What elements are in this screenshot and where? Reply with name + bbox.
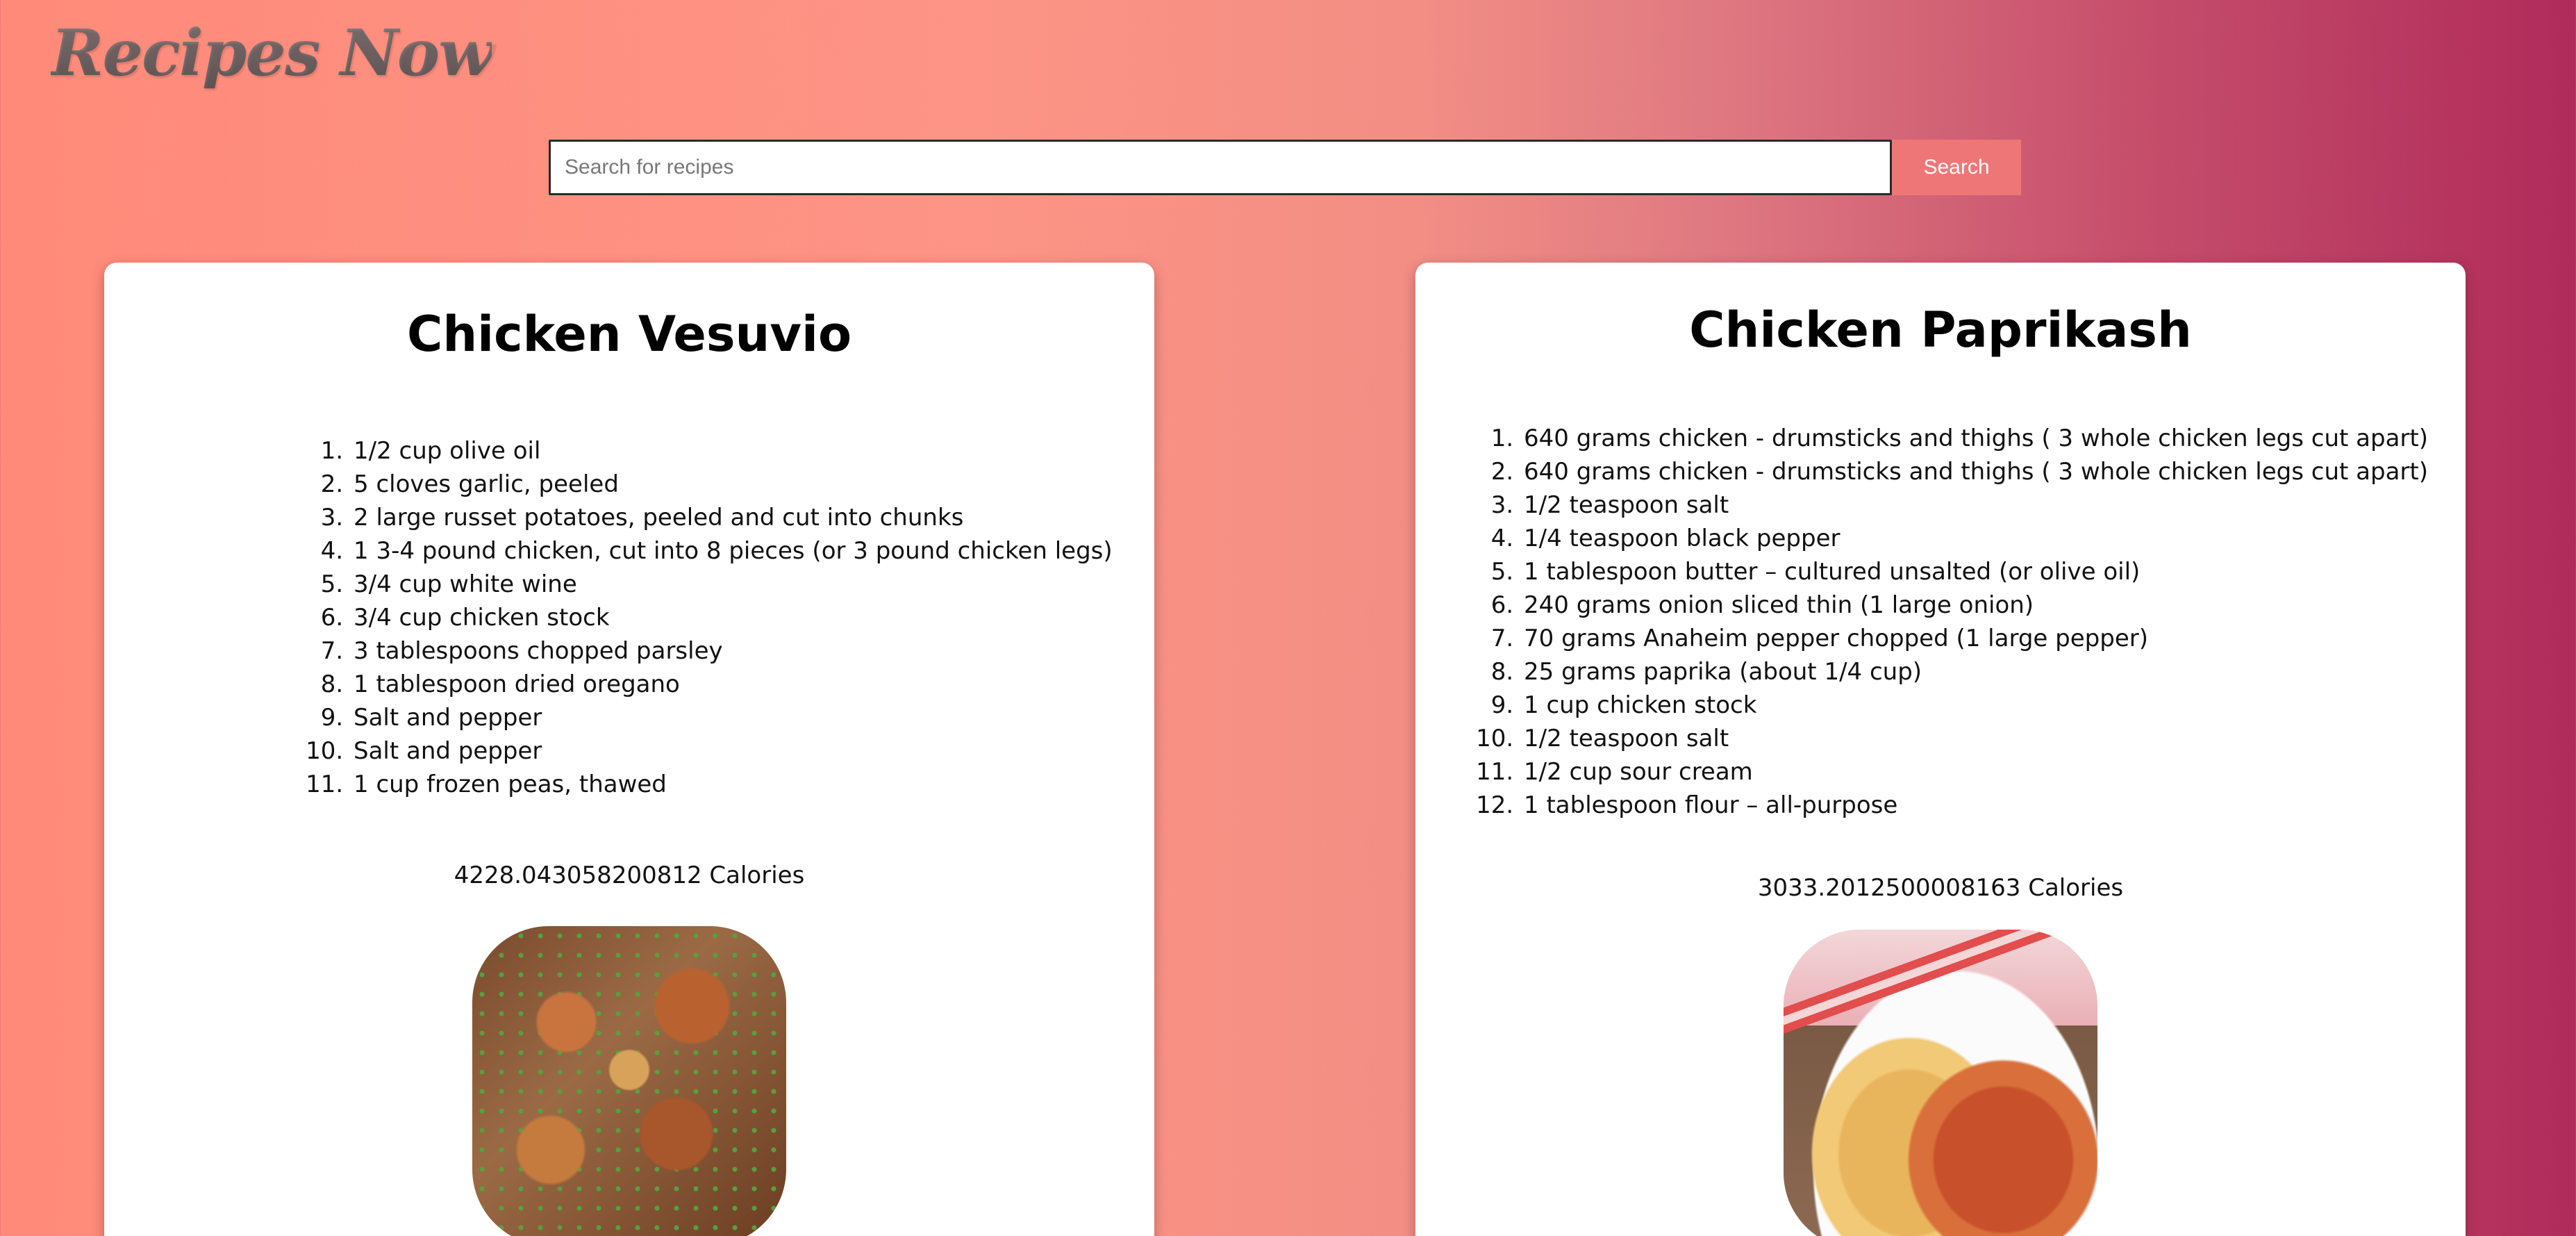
ingredient-item: 1/4 teaspoon black pepper: [1521, 522, 2428, 555]
ingredient-item: 3/4 cup white wine: [351, 568, 1113, 601]
ingredient-item: 1 tablespoon flour – all-purpose: [1521, 789, 2428, 822]
ingredient-item: 70 grams Anaheim pepper chopped (1 large…: [1521, 622, 2428, 655]
ingredient-item: 5 cloves garlic, peeled: [351, 468, 1113, 501]
ingredient-item: 25 grams paprika (about 1/4 cup): [1521, 655, 2428, 689]
ingredient-item: 1 cup frozen peas, thawed: [351, 768, 1113, 801]
ingredient-item: Salt and pepper: [351, 701, 1113, 734]
ingredient-item: 1/2 teaspoon salt: [1521, 488, 2428, 522]
recipe-title: Chicken Paprikash: [1689, 302, 2192, 359]
ingredient-item: 3/4 cup chicken stock: [351, 601, 1113, 634]
ingredient-item: 1/2 cup sour cream: [1521, 755, 2428, 789]
search-bar: Search: [549, 140, 2021, 195]
ingredients-list: 1/2 cup olive oil 5 cloves garlic, peele…: [309, 434, 1113, 801]
ingredient-item: Salt and pepper: [351, 734, 1113, 768]
calories-label: 3033.2012500008163 Calories: [1757, 874, 2124, 902]
recipe-card: Chicken Paprikash 640 grams chicken - dr…: [1415, 263, 2466, 1236]
ingredient-item: 240 grams onion sliced thin (1 large oni…: [1521, 588, 2428, 622]
recipe-title: Chicken Vesuvio: [406, 306, 852, 363]
calories-label: 4228.043058200812 Calories: [454, 862, 805, 889]
search-button[interactable]: Search: [1892, 140, 2021, 195]
ingredient-item: 1 tablespoon butter – cultured unsalted …: [1521, 555, 2428, 588]
recipe-photo: [472, 926, 786, 1236]
ingredient-item: 3 tablespoons chopped parsley: [351, 634, 1113, 668]
ingredient-item: 640 grams chicken - drumsticks and thigh…: [1521, 422, 2428, 455]
ingredient-item: 2 large russet potatoes, peeled and cut …: [351, 501, 1113, 534]
app-logo: Recipes Now: [51, 15, 493, 90]
ingredients-list: 640 grams chicken - drumsticks and thigh…: [1479, 422, 2428, 822]
ingredient-item: 1/2 cup olive oil: [351, 434, 1113, 468]
ingredient-item: 1 cup chicken stock: [1521, 689, 2428, 722]
ingredient-item: 1 tablespoon dried oregano: [351, 668, 1113, 701]
ingredient-item: 640 grams chicken - drumsticks and thigh…: [1521, 455, 2428, 488]
recipe-card: Chicken Vesuvio 1/2 cup olive oil 5 clov…: [104, 263, 1154, 1236]
recipe-photo: [1784, 930, 2097, 1236]
search-input[interactable]: [549, 140, 1892, 195]
ingredient-item: 1 3-4 pound chicken, cut into 8 pieces (…: [351, 534, 1113, 568]
ingredient-item: 1/2 teaspoon salt: [1521, 722, 2428, 755]
